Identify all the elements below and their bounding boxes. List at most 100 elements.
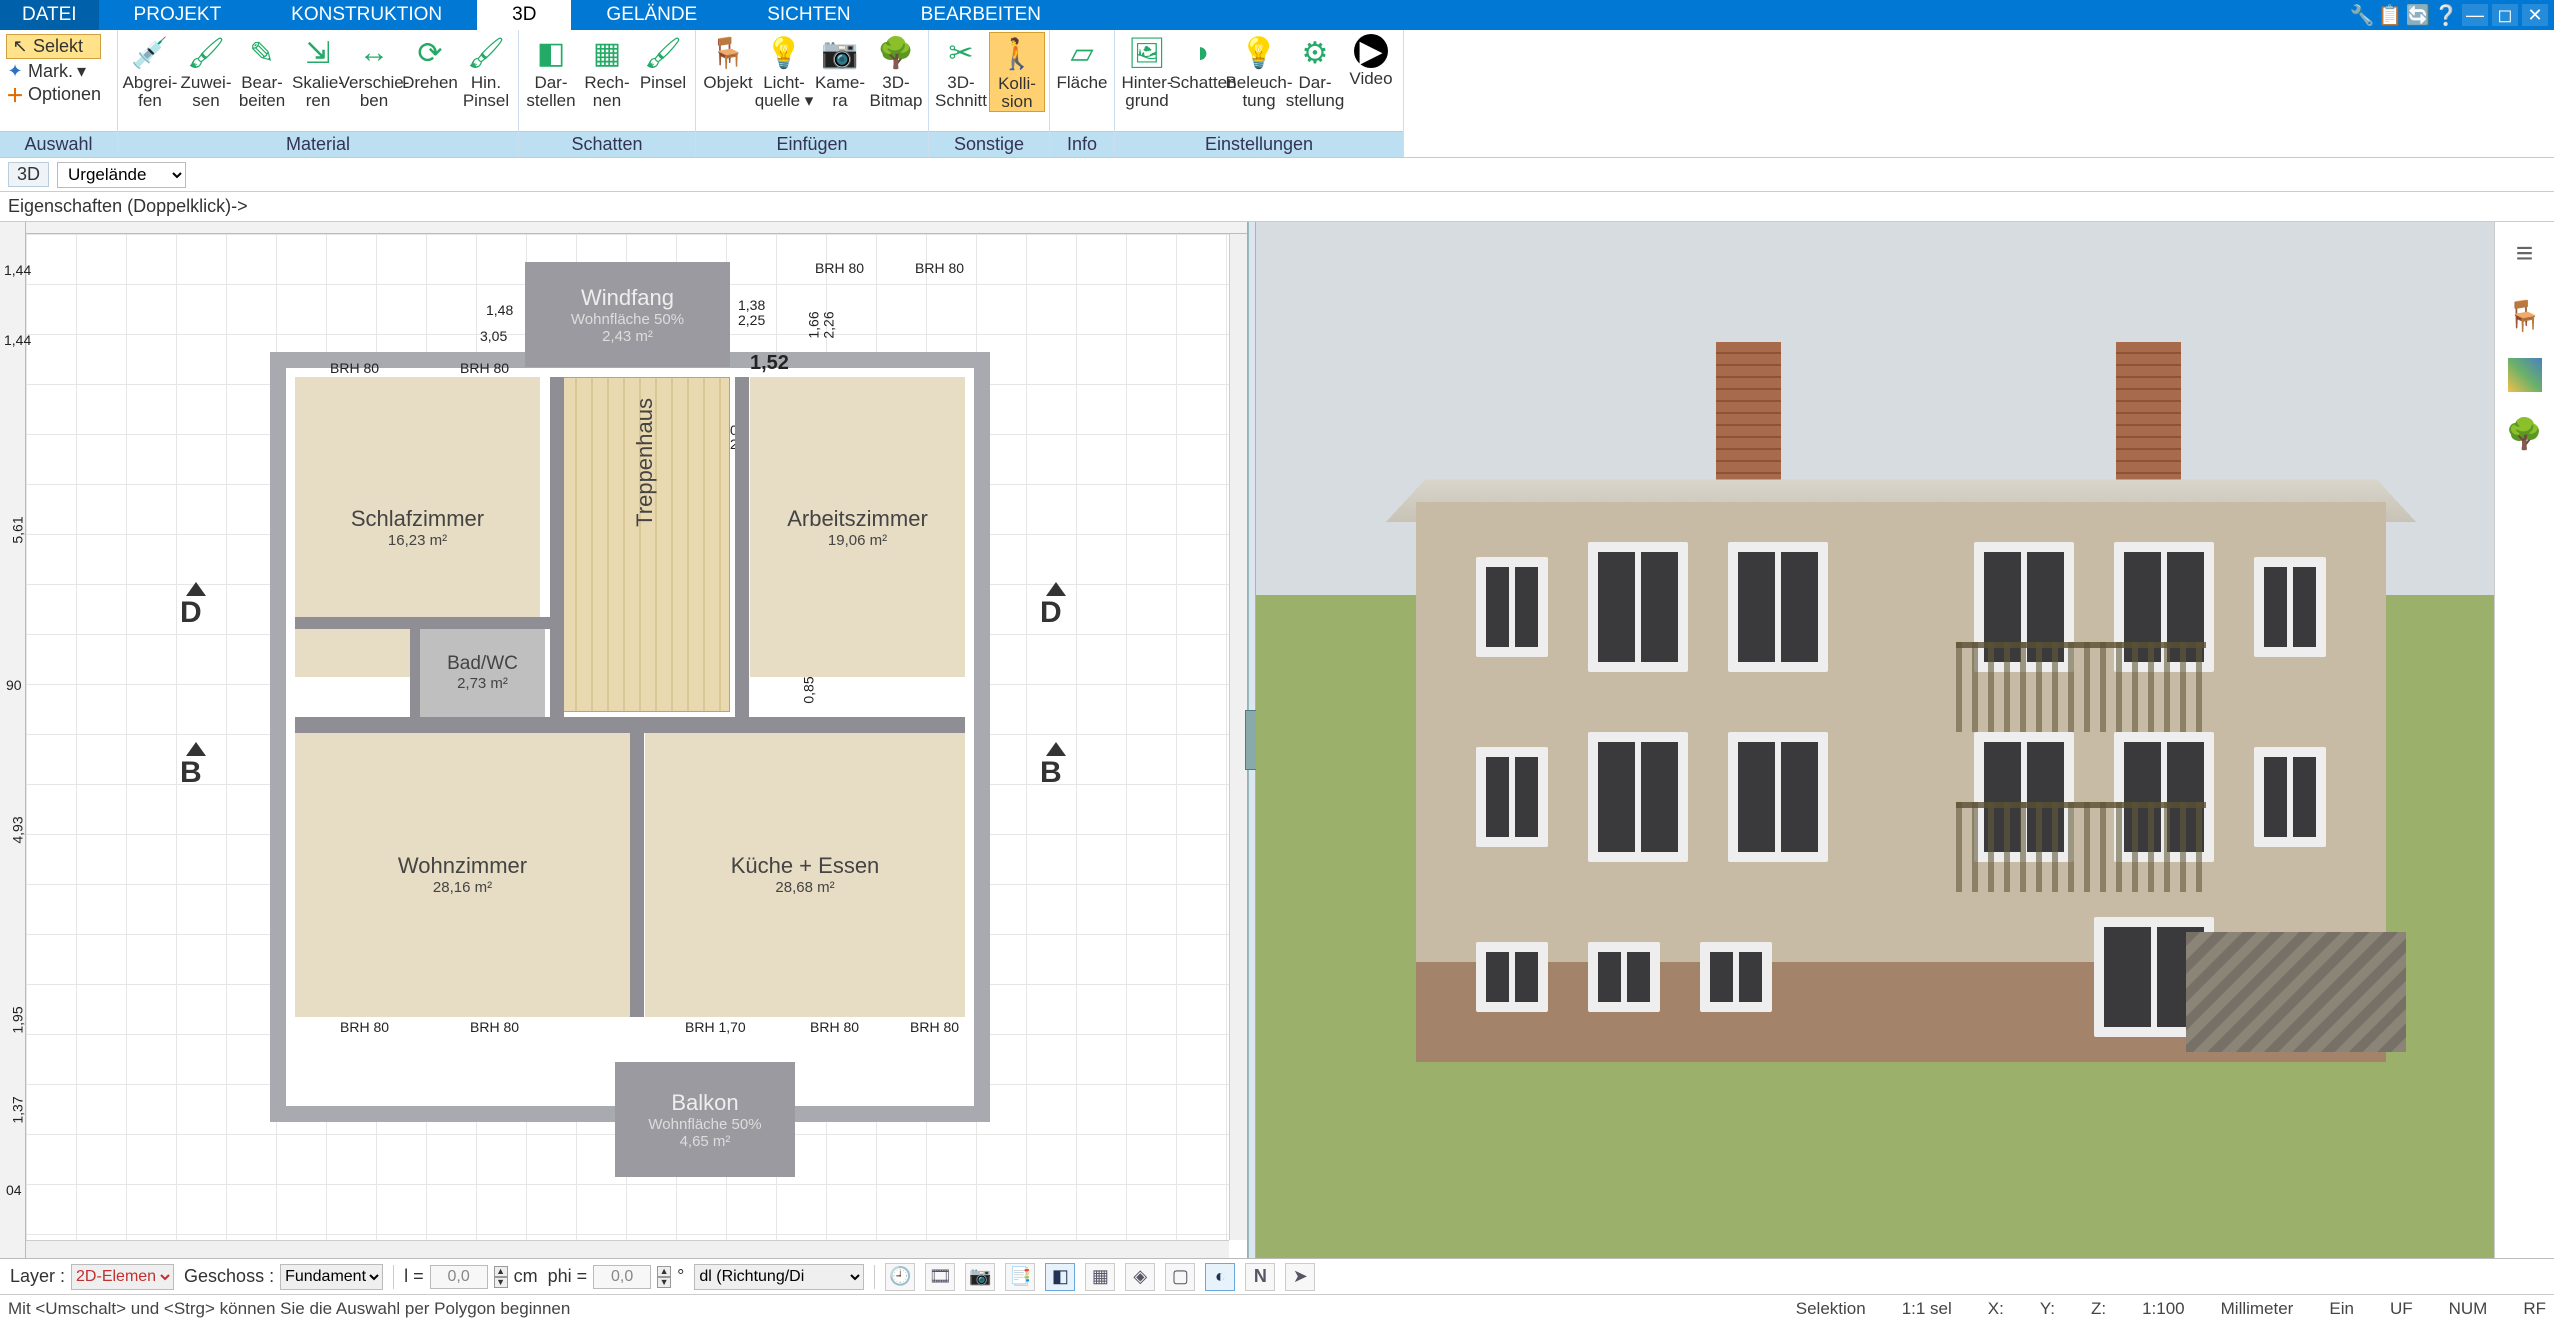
l-spin-up[interactable]: ▲ (494, 1266, 508, 1277)
status-z: Z: (2091, 1299, 2106, 1319)
ribbon-einstellungen-0[interactable]: 🖼Hinter- grund (1119, 32, 1175, 110)
window-maximize-icon[interactable]: ◻ (2492, 4, 2518, 26)
l-unit: cm (514, 1266, 538, 1287)
brh-label: BRH 80 (340, 1019, 389, 1035)
materials-icon[interactable] (2508, 358, 2542, 392)
camera-icon[interactable]: 📷 (965, 1263, 995, 1291)
room-wohnzimmer[interactable]: Wohnzimmer28,16 m² (295, 732, 630, 1017)
ribbon-material-4[interactable]: ↔Verschie- ben (346, 32, 402, 110)
section-marker-icon (186, 742, 206, 756)
window-minimize-icon[interactable]: — (2462, 4, 2488, 26)
ribbon-sonstige-1[interactable]: 🚶Kolli- sion (989, 32, 1045, 112)
room-windfang[interactable]: Windfang Wohnfläche 50% 2,43 m² (525, 262, 730, 367)
reel-icon[interactable]: 🎞 (925, 1263, 955, 1291)
sphere-icon[interactable]: ◐ (1205, 1263, 1235, 1291)
menu-konstruktion[interactable]: KONSTRUKTION (256, 0, 477, 30)
view-splitter[interactable] (1248, 222, 1256, 1258)
menu-3d[interactable]: 3D (477, 0, 571, 30)
geschoss-select[interactable]: Fundament (280, 1264, 383, 1290)
interior-wall (550, 377, 564, 717)
menu-bearbeiten[interactable]: BEARBEITEN (886, 0, 1076, 30)
ruler-val: 1,44 (4, 332, 31, 348)
ribbon-schatten-0[interactable]: ◧Dar- stellen (523, 32, 579, 110)
status-y: Y: (2040, 1299, 2055, 1319)
einfuegen-icon-3: 🌳 (876, 34, 916, 72)
room-balkon[interactable]: Balkon Wohnfläche 50% 4,65 m² (615, 1062, 795, 1177)
l-input[interactable] (430, 1265, 488, 1289)
layer-label: Layer : (10, 1266, 65, 1287)
ribbon-einstellungen-1[interactable]: ◗Schatten (1175, 32, 1231, 92)
furniture-icon[interactable]: 🪑 (2505, 296, 2545, 336)
selekt-button[interactable]: ↖Selekt (6, 34, 101, 59)
square-icon[interactable]: ▢ (1165, 1263, 1195, 1291)
ribbon-einfuegen-2[interactable]: 📷Kame- ra (812, 32, 868, 110)
ribbon-sonstige-0[interactable]: ✂3D- Schnitt (933, 32, 989, 110)
properties-bar[interactable]: Eigenschaften (Doppelklick)-> (0, 192, 2554, 222)
help-icon[interactable]: ❔ (2434, 3, 2458, 27)
ribbon-einfuegen-3[interactable]: 🌳3D- Bitmap (868, 32, 924, 110)
ribbon-material-2[interactable]: ✎Bear- beiten (234, 32, 290, 110)
material-label-3: Skalie- ren (292, 72, 344, 110)
ribbon-einstellungen-2[interactable]: 💡Beleuch- tung (1231, 32, 1287, 110)
cube-shaded-icon[interactable]: ◧ (1045, 1263, 1075, 1291)
einstellungen-label-0: Hinter- grund (1121, 72, 1172, 110)
menu-projekt[interactable]: PROJEKT (99, 0, 257, 30)
floorplan-view[interactable]: 1,44 1,44 5,61 90 4,93 1,95 1,37 04 Wind… (0, 222, 1248, 1258)
ribbon-info-0[interactable]: ▱Fläche (1054, 32, 1110, 92)
layers-icon[interactable]: ≡ (2505, 234, 2545, 274)
ruler-val: 1,44 (4, 262, 31, 278)
refresh-icon[interactable]: 🔄 (2406, 3, 2430, 27)
status-unit: Millimeter (2221, 1299, 2294, 1319)
ribbon-einstellungen-4[interactable]: ▶Video (1343, 32, 1399, 88)
dim-label: 3,05 (480, 328, 507, 344)
optionen-button[interactable]: ＋Optionen (6, 84, 101, 105)
ribbon-material-1[interactable]: 🖌Zuwei- sen (178, 32, 234, 110)
einfuegen-icon-1: 💡 (764, 34, 804, 72)
tree-icon[interactable]: 🌳 (2505, 414, 2545, 454)
ribbon-schatten-1[interactable]: ▦Rech- nen (579, 32, 635, 110)
terrain-select[interactable]: Urgelände (57, 162, 186, 188)
schatten-label-2: Pinsel (640, 72, 686, 92)
layers-toggle-icon[interactable]: ◈ (1125, 1263, 1155, 1291)
3d-view[interactable]: ≡ 🪑 🌳 (1256, 222, 2554, 1258)
phi-spin-down[interactable]: ▼ (657, 1277, 671, 1288)
dim-label: 2,25 (738, 312, 765, 328)
einstellungen-icon-3: ⚙ (1295, 34, 1335, 72)
window-close-icon[interactable]: ✕ (2522, 4, 2548, 26)
layer-select[interactable]: 2D-Elemen (71, 1264, 174, 1290)
clock-icon[interactable]: 🕘 (885, 1263, 915, 1291)
ribbon-einfuegen-1[interactable]: 💡Licht- quelle ▾ (756, 32, 812, 110)
room-kueche[interactable]: Küche + Essen28,68 m² (645, 732, 965, 1017)
phi-spin-up[interactable]: ▲ (657, 1266, 671, 1277)
phi-input[interactable] (593, 1265, 651, 1289)
mark-button[interactable]: ✦Mark.▾ (6, 61, 101, 82)
ribbon-einfuegen-0[interactable]: 🪑Objekt (700, 32, 756, 92)
menu-file[interactable]: DATEI (0, 0, 99, 30)
ruler-horizontal (26, 222, 1247, 234)
ribbon-material-6[interactable]: 🖌Hin. Pinsel (458, 32, 514, 110)
ribbon-material-5[interactable]: ⟳Drehen (402, 32, 458, 92)
scrollbar-horizontal[interactable] (26, 1240, 1229, 1258)
room-bad[interactable]: Bad/WC2,73 m² (420, 627, 545, 717)
clipboard-icon[interactable]: 📋 (2378, 3, 2402, 27)
sparkle-icon: ✦ (6, 63, 24, 81)
group-auswahl-label: Auswahl (0, 131, 117, 157)
menu-sichten[interactable]: SICHTEN (732, 0, 885, 30)
N-icon[interactable]: N (1245, 1263, 1275, 1291)
room-treppenhaus[interactable]: Treppenhaus (560, 377, 730, 712)
group-info-label: Info (1050, 131, 1114, 157)
cube-wire-icon[interactable]: ▦ (1085, 1263, 1115, 1291)
arrow-icon[interactable]: ➤ (1285, 1263, 1315, 1291)
ribbon-schatten-2[interactable]: 🖌Pinsel (635, 32, 691, 92)
group-einfuegen-label: Einfügen (696, 131, 928, 157)
ribbon-material-0[interactable]: 💉Abgrei- fen (122, 32, 178, 110)
exterior-stairs (2186, 932, 2406, 1052)
copy-icon[interactable]: 📑 (1005, 1263, 1035, 1291)
wrench-icon[interactable]: 🔧 (2350, 3, 2374, 27)
dl-select[interactable]: dl (Richtung/Di (694, 1264, 864, 1290)
ribbon-einstellungen-3[interactable]: ⚙Dar- stellung (1287, 32, 1343, 110)
window-3d (1476, 942, 1548, 1012)
room-arbeitszimmer[interactable]: Arbeitszimmer19,06 m² (750, 377, 965, 677)
l-spin-down[interactable]: ▼ (494, 1277, 508, 1288)
menu-gelaende[interactable]: GELÄNDE (571, 0, 732, 30)
